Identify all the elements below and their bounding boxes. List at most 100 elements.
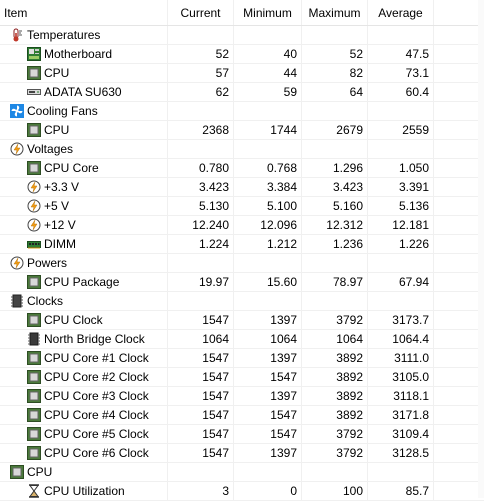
sensor-row[interactable]: CPU Package 19.97 15.60 78.97 67.94	[0, 273, 484, 292]
column-header-current[interactable]: Current	[168, 0, 234, 25]
cpu-chip-icon	[10, 465, 24, 479]
minimum-value	[234, 254, 302, 272]
sensor-row[interactable]: +5 V 5.130 5.100 5.160 5.136	[0, 197, 484, 216]
average-value: 3173.7	[368, 311, 434, 329]
hourglass-icon	[27, 484, 41, 498]
group-row[interactable]: Cooling Fans	[0, 102, 484, 121]
minimum-value: 15.60	[234, 273, 302, 291]
sensor-name-cell: +5 V	[0, 197, 168, 215]
maximum-value: 3.423	[302, 178, 368, 196]
sensor-label: Motherboard	[44, 47, 113, 61]
maximum-value	[302, 292, 368, 310]
column-header-row: Item Current Minimum Maximum Average	[0, 0, 484, 26]
sensor-row[interactable]: CPU Core 0.780 0.768 1.296 1.050	[0, 159, 484, 178]
maximum-value: 82	[302, 64, 368, 82]
group-label: Voltages	[27, 142, 74, 156]
group-row[interactable]: Powers	[0, 254, 484, 273]
average-value: 3105.0	[368, 368, 434, 386]
sensor-name-cell: North Bridge Clock	[0, 330, 168, 348]
sensor-label: CPU Core #3 Clock	[44, 389, 149, 403]
column-header-item[interactable]: Item	[0, 0, 168, 25]
minimum-value	[234, 140, 302, 158]
thermometer-icon	[10, 28, 24, 42]
sensor-row[interactable]: +12 V 12.240 12.096 12.312 12.181	[0, 216, 484, 235]
group-row[interactable]: Voltages	[0, 140, 484, 159]
sensor-name-cell: CPU Core #2 Clock	[0, 368, 168, 386]
minimum-value: 0.768	[234, 159, 302, 177]
sensor-row[interactable]: CPU Utilization 3 0 100 85.7	[0, 482, 484, 501]
sensor-row[interactable]: CPU 57 44 82 73.1	[0, 64, 484, 83]
current-value: 5.130	[168, 197, 234, 215]
cpu-chip-icon	[27, 161, 41, 175]
maximum-value: 3892	[302, 387, 368, 405]
voltage-icon	[10, 256, 24, 270]
current-value	[168, 292, 234, 310]
maximum-value: 3792	[302, 311, 368, 329]
sensor-label: CPU	[44, 123, 70, 137]
current-value: 12.240	[168, 216, 234, 234]
minimum-value: 1397	[234, 311, 302, 329]
average-value	[368, 102, 434, 120]
sensor-row[interactable]: Motherboard 52 40 52 47.5	[0, 45, 484, 64]
column-header-average[interactable]: Average	[368, 0, 434, 25]
sensor-label: +12 V	[44, 218, 76, 232]
group-label: Powers	[27, 256, 68, 270]
maximum-value	[302, 26, 368, 44]
average-value: 3.391	[368, 178, 434, 196]
minimum-value: 1.212	[234, 235, 302, 253]
sensor-label: North Bridge Clock	[44, 332, 145, 346]
sensor-name-cell: CPU Core #4 Clock	[0, 406, 168, 424]
cpu-chip-icon	[27, 351, 41, 365]
group-label: Cooling Fans	[27, 104, 98, 118]
minimum-value: 1397	[234, 444, 302, 462]
average-value: 47.5	[368, 45, 434, 63]
group-label-cell: Cooling Fans	[0, 102, 168, 120]
average-value: 73.1	[368, 64, 434, 82]
sensor-row[interactable]: ADATA SU630 62 59 64 60.4	[0, 83, 484, 102]
current-value: 1.224	[168, 235, 234, 253]
sensor-row[interactable]: CPU Core #4 Clock 1547 1547 3892 3171.8	[0, 406, 484, 425]
maximum-value: 3892	[302, 406, 368, 424]
sensor-row[interactable]: +3.3 V 3.423 3.384 3.423 3.391	[0, 178, 484, 197]
average-value: 2559	[368, 121, 434, 139]
sensor-row[interactable]: DIMM 1.224 1.212 1.236 1.226	[0, 235, 484, 254]
average-value	[368, 292, 434, 310]
current-value: 2368	[168, 121, 234, 139]
dimm-icon	[27, 237, 41, 251]
sensor-name-cell: CPU Package	[0, 273, 168, 291]
sensor-row[interactable]: CPU Core #1 Clock 1547 1397 3892 3111.0	[0, 349, 484, 368]
current-value	[168, 254, 234, 272]
minimum-value: 0	[234, 482, 302, 500]
column-header-minimum[interactable]: Minimum	[234, 0, 302, 25]
minimum-value: 44	[234, 64, 302, 82]
current-value: 0.780	[168, 159, 234, 177]
minimum-value: 1744	[234, 121, 302, 139]
sensor-row[interactable]: CPU Core #3 Clock 1547 1397 3892 3118.1	[0, 387, 484, 406]
sensor-row[interactable]: CPU Core #2 Clock 1547 1547 3892 3105.0	[0, 368, 484, 387]
minimum-value	[234, 463, 302, 481]
average-value: 3171.8	[368, 406, 434, 424]
northbridge-icon	[27, 332, 41, 346]
sensor-row[interactable]: North Bridge Clock 1064 1064 1064 1064.4	[0, 330, 484, 349]
sensor-row[interactable]: CPU Core #6 Clock 1547 1397 3792 3128.5	[0, 444, 484, 463]
group-row[interactable]: CPU	[0, 463, 484, 482]
group-label: Clocks	[27, 294, 64, 308]
sensor-row[interactable]: CPU Clock 1547 1397 3792 3173.7	[0, 311, 484, 330]
minimum-value: 12.096	[234, 216, 302, 234]
average-value	[368, 26, 434, 44]
average-value: 60.4	[368, 83, 434, 101]
group-row[interactable]: Clocks	[0, 292, 484, 311]
average-value	[368, 463, 434, 481]
sensor-row[interactable]: CPU 2368 1744 2679 2559	[0, 121, 484, 140]
maximum-value: 1.296	[302, 159, 368, 177]
column-header-maximum[interactable]: Maximum	[302, 0, 368, 25]
group-row[interactable]: Temperatures	[0, 26, 484, 45]
sensor-name-cell: ADATA SU630	[0, 83, 168, 101]
sensor-name-cell: CPU Core #3 Clock	[0, 387, 168, 405]
current-value: 1547	[168, 349, 234, 367]
minimum-value: 3.384	[234, 178, 302, 196]
sensor-row[interactable]: CPU Core #5 Clock 1547 1547 3792 3109.4	[0, 425, 484, 444]
group-label-cell: Clocks	[0, 292, 168, 310]
minimum-value	[234, 292, 302, 310]
minimum-value: 1547	[234, 406, 302, 424]
